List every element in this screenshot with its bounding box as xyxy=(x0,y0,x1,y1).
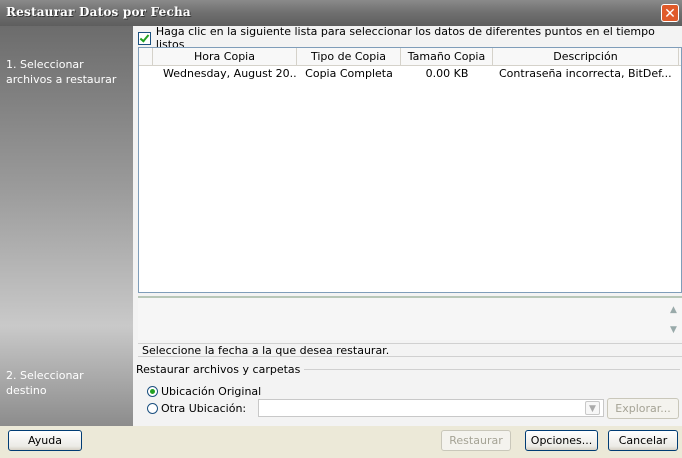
cell-tipo: Copia Completa xyxy=(305,67,393,80)
list-header: Hora Copia Tipo de Copia Tamaño Copia De… xyxy=(139,48,681,66)
step-line-2: archivos a restaurar xyxy=(6,73,117,86)
list-checkbox-row[interactable]: Haga clic en la siguiente lista para sel… xyxy=(138,25,682,51)
cell-hora: Wednesday, August 20... xyxy=(163,67,297,80)
checkbox[interactable] xyxy=(138,31,151,45)
cell-tamano: 0.00 KB xyxy=(425,67,469,80)
backup-list[interactable]: Hora Copia Tipo de Copia Tamaño Copia De… xyxy=(138,47,682,293)
column-hora-copia[interactable]: Hora Copia xyxy=(153,48,297,65)
scroll-up-icon[interactable]: ▲ xyxy=(667,304,680,317)
step-line-1: 1. Seleccionar xyxy=(6,58,84,71)
column-tamano-copia[interactable]: Tamaño Copia xyxy=(401,48,493,65)
cell-descripcion: Contraseña incorrecta, BitDef... xyxy=(499,67,672,80)
radio-other-label[interactable]: Otra Ubicación: xyxy=(161,402,246,415)
close-button[interactable]: ✕ xyxy=(661,4,679,22)
cancel-button[interactable]: Cancelar xyxy=(608,430,678,451)
restore-button[interactable]: Restaurar xyxy=(441,430,511,451)
browse-button[interactable]: Explorar... xyxy=(607,398,679,419)
scroll-down-icon[interactable]: ▼ xyxy=(667,324,680,337)
column-tipo-copia[interactable]: Tipo de Copia xyxy=(297,48,401,65)
group-divider xyxy=(283,369,680,370)
window-title: Restaurar Datos por Fecha xyxy=(6,5,191,19)
description-box: ▲ ▼ xyxy=(138,296,682,340)
wizard-sidebar: 1. Seleccionar archivos a restaurar 2. S… xyxy=(0,26,133,426)
step-select-files: 1. Seleccionar archivos a restaurar xyxy=(6,57,116,87)
column-descripcion[interactable]: Descripción xyxy=(493,48,679,65)
radio-original-location[interactable] xyxy=(147,386,158,397)
step-select-destination: 2. Seleccionar destino xyxy=(6,368,84,398)
other-location-input[interactable] xyxy=(258,399,604,417)
options-button[interactable]: Opciones... xyxy=(525,430,598,451)
status-text: Seleccione la fecha a la que desea resta… xyxy=(138,343,682,357)
step-line-1: 2. Seleccionar xyxy=(6,369,84,382)
footer-bar: Ayuda Restaurar Opciones... Cancelar xyxy=(0,426,682,458)
radio-original-label[interactable]: Ubicación Original xyxy=(161,385,261,398)
main-panel: Haga clic en la siguiente lista para sel… xyxy=(133,25,682,426)
chevron-down-icon[interactable]: ▼ xyxy=(585,401,600,415)
title-bar: Restaurar Datos por Fecha ✕ xyxy=(0,0,682,26)
help-button[interactable]: Ayuda xyxy=(8,430,82,451)
close-icon: ✕ xyxy=(664,6,676,22)
restore-group-label: Restaurar archivos y carpetas xyxy=(136,363,305,376)
step-line-2: destino xyxy=(6,384,47,397)
header-spacer xyxy=(139,48,153,65)
radio-other-location[interactable] xyxy=(147,403,158,414)
